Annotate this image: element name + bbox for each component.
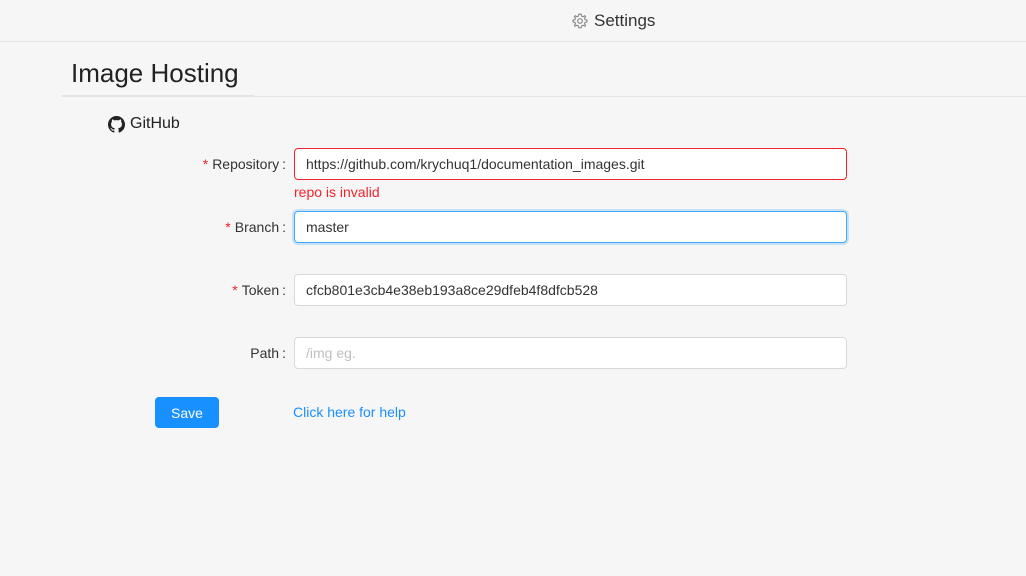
- gear-icon: [572, 13, 588, 29]
- token-row: * Token :: [0, 274, 1026, 306]
- repository-label-text: Repository: [212, 156, 280, 172]
- provider-name: GitHub: [130, 115, 180, 132]
- required-marker: *: [232, 282, 238, 298]
- repository-label: * Repository :: [203, 148, 286, 180]
- path-row: Path :: [0, 337, 1026, 369]
- token-label-text: Token: [241, 282, 280, 298]
- section-title-underline: [62, 95, 254, 97]
- path-label-text: Path: [250, 345, 280, 361]
- help-link[interactable]: Click here for help: [293, 404, 406, 420]
- branch-label: * Branch :: [225, 211, 286, 243]
- provider-heading: GitHub: [108, 115, 180, 133]
- save-button[interactable]: Save: [155, 397, 219, 428]
- token-label: * Token :: [232, 274, 286, 306]
- github-icon: [108, 115, 125, 133]
- branch-label-text: Branch: [234, 219, 280, 235]
- top-bar: Settings: [0, 0, 1026, 42]
- required-marker: *: [225, 219, 231, 235]
- section-title: Image Hosting: [71, 58, 239, 88]
- path-input[interactable]: [294, 337, 847, 369]
- token-input[interactable]: [294, 274, 847, 306]
- required-marker: *: [202, 156, 209, 172]
- branch-input[interactable]: [294, 211, 847, 243]
- label-colon: :: [282, 156, 286, 172]
- content-divider: [254, 96, 1026, 97]
- page-title: Settings: [594, 11, 656, 30]
- label-colon: :: [282, 282, 286, 298]
- branch-row: * Branch :: [0, 211, 1026, 243]
- settings-header: Settings: [572, 11, 655, 31]
- label-colon: :: [282, 219, 286, 235]
- label-colon: :: [282, 345, 286, 361]
- path-label: Path :: [250, 337, 286, 369]
- repository-row: * Repository :: [0, 148, 1026, 180]
- repository-input[interactable]: [294, 148, 847, 180]
- repository-error-message: repo is invalid: [294, 184, 380, 200]
